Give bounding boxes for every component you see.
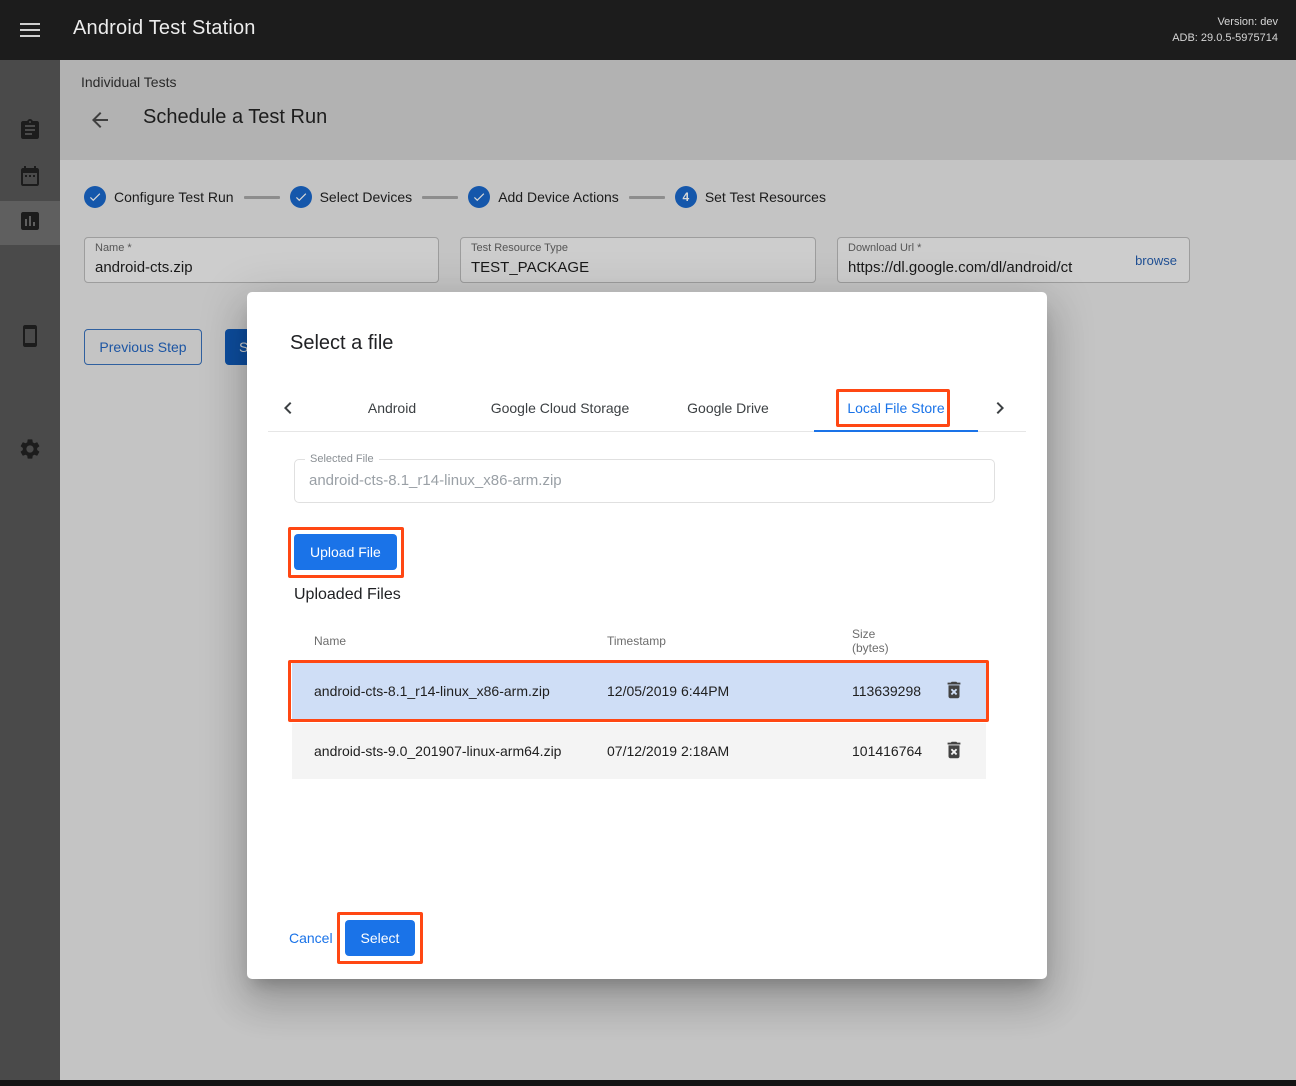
step-number-badge: 4 [675, 186, 697, 208]
step-connector [422, 196, 458, 199]
sidebar-item-devices[interactable] [0, 316, 60, 360]
step-complete-icon [290, 186, 312, 208]
step-label: Configure Test Run [114, 189, 234, 205]
type-field-label: Test Resource Type [471, 242, 568, 254]
selected-file-label: Selected File [305, 453, 379, 465]
browse-link[interactable]: browse [1135, 253, 1177, 268]
table-row[interactable]: android-sts-9.0_201907-linux-arm64.zip 0… [292, 723, 986, 779]
column-header-timestamp: Timestamp [607, 634, 852, 648]
uploaded-files-table: Name Timestamp Size (bytes) android-cts-… [292, 620, 986, 779]
step-label: Add Device Actions [498, 189, 619, 205]
smartphone-icon [18, 324, 42, 353]
chevron-right-icon[interactable] [980, 384, 1020, 431]
tab-label: Local File Store [847, 400, 944, 416]
upload-file-button[interactable]: Upload File [294, 534, 397, 570]
tab-local-file-store[interactable]: Local File Store [812, 384, 980, 431]
step-connector [629, 196, 665, 199]
selected-file-field[interactable]: Selected File android-cts-8.1_r14-linux_… [294, 459, 995, 503]
app-title: Android Test Station [73, 17, 256, 40]
sidebar-item-tests[interactable] [0, 110, 60, 154]
sidebar [0, 60, 60, 1080]
step-add-device-actions[interactable]: Add Device Actions [468, 186, 619, 208]
stepper: Configure Test Run Select Devices Add De… [84, 186, 826, 208]
step-complete-icon [84, 186, 106, 208]
table-row[interactable]: android-cts-8.1_r14-linux_x86-arm.zip 12… [292, 663, 986, 719]
breadcrumb: Individual Tests [81, 74, 176, 90]
select-button[interactable]: Select [345, 920, 415, 956]
url-field-value: https://dl.google.com/dl/android/ct [848, 259, 1110, 276]
size-header-line2: (bytes) [852, 641, 934, 655]
timestamp-cell: 07/12/2019 2:18AM [607, 743, 852, 759]
calendar-icon [18, 164, 42, 193]
previous-step-button[interactable]: Previous Step [84, 329, 202, 365]
sidebar-item-plans[interactable] [0, 156, 60, 200]
column-header-size: Size (bytes) [852, 627, 934, 655]
page-title: Schedule a Test Run [143, 106, 327, 129]
bar-chart-icon [18, 209, 42, 238]
timestamp-cell: 12/05/2019 6:44PM [607, 683, 852, 699]
name-field-label: Name * [95, 242, 132, 254]
cancel-button[interactable]: Cancel [289, 920, 333, 956]
select-file-dialog: Select a file Android Google Cloud Stora… [247, 292, 1047, 979]
file-source-tabs: Android Google Cloud Storage Google Driv… [268, 384, 1026, 432]
tab-google-drive[interactable]: Google Drive [644, 384, 812, 431]
page-header-band: Individual Tests Schedule a Test Run [60, 60, 1296, 160]
size-cell: 101416764 [852, 743, 934, 759]
app: Android Test Station Version: dev ADB: 2… [0, 0, 1296, 1086]
tab-google-cloud-storage[interactable]: Google Cloud Storage [476, 384, 644, 431]
menu-icon[interactable] [20, 23, 40, 37]
table-header-row: Name Timestamp Size (bytes) [292, 620, 986, 662]
trash-icon [943, 679, 965, 704]
selected-file-value: android-cts-8.1_r14-linux_x86-arm.zip [295, 460, 994, 502]
version-line: Version: dev [1172, 14, 1278, 30]
uploaded-files-heading: Uploaded Files [294, 586, 401, 604]
delete-file-button[interactable] [934, 671, 974, 711]
step-complete-icon [468, 186, 490, 208]
adb-version-line: ADB: 29.0.5-5975714 [1172, 30, 1278, 46]
step-set-test-resources[interactable]: 4 Set Test Resources [675, 186, 826, 208]
tab-android[interactable]: Android [308, 384, 476, 431]
step-configure-test-run[interactable]: Configure Test Run [84, 186, 234, 208]
back-arrow-icon[interactable] [88, 108, 112, 132]
tab-label: Android [368, 400, 416, 416]
file-name-cell: android-sts-9.0_201907-linux-arm64.zip [314, 743, 607, 759]
gear-icon [18, 437, 42, 466]
name-field-value: android-cts.zip [95, 259, 193, 276]
column-header-name: Name [314, 634, 607, 648]
step-label: Select Devices [320, 189, 413, 205]
trash-icon [943, 739, 965, 764]
file-name-cell: android-cts-8.1_r14-linux_x86-arm.zip [314, 683, 607, 699]
sidebar-item-results[interactable] [0, 201, 60, 245]
top-app-bar: Android Test Station Version: dev ADB: 2… [0, 0, 1296, 60]
name-field[interactable]: Name * android-cts.zip [84, 237, 439, 283]
version-info: Version: dev ADB: 29.0.5-5975714 [1172, 14, 1278, 46]
dialog-title: Select a file [290, 332, 393, 355]
sidebar-item-settings[interactable] [0, 429, 60, 473]
download-url-field[interactable]: Download Url * https://dl.google.com/dl/… [837, 237, 1190, 283]
delete-file-button[interactable] [934, 731, 974, 771]
url-field-label: Download Url * [848, 242, 921, 254]
step-select-devices[interactable]: Select Devices [290, 186, 413, 208]
test-resource-type-field[interactable]: Test Resource Type TEST_PACKAGE [460, 237, 816, 283]
type-field-value: TEST_PACKAGE [471, 259, 589, 276]
tab-label: Google Cloud Storage [491, 400, 630, 416]
tab-label: Google Drive [687, 400, 769, 416]
size-cell: 113639298 [852, 683, 934, 699]
chevron-left-icon[interactable] [268, 384, 308, 431]
step-connector [244, 196, 280, 199]
step-label: Set Test Resources [705, 189, 826, 205]
size-header-line1: Size [852, 627, 934, 641]
clipboard-icon [18, 118, 42, 147]
